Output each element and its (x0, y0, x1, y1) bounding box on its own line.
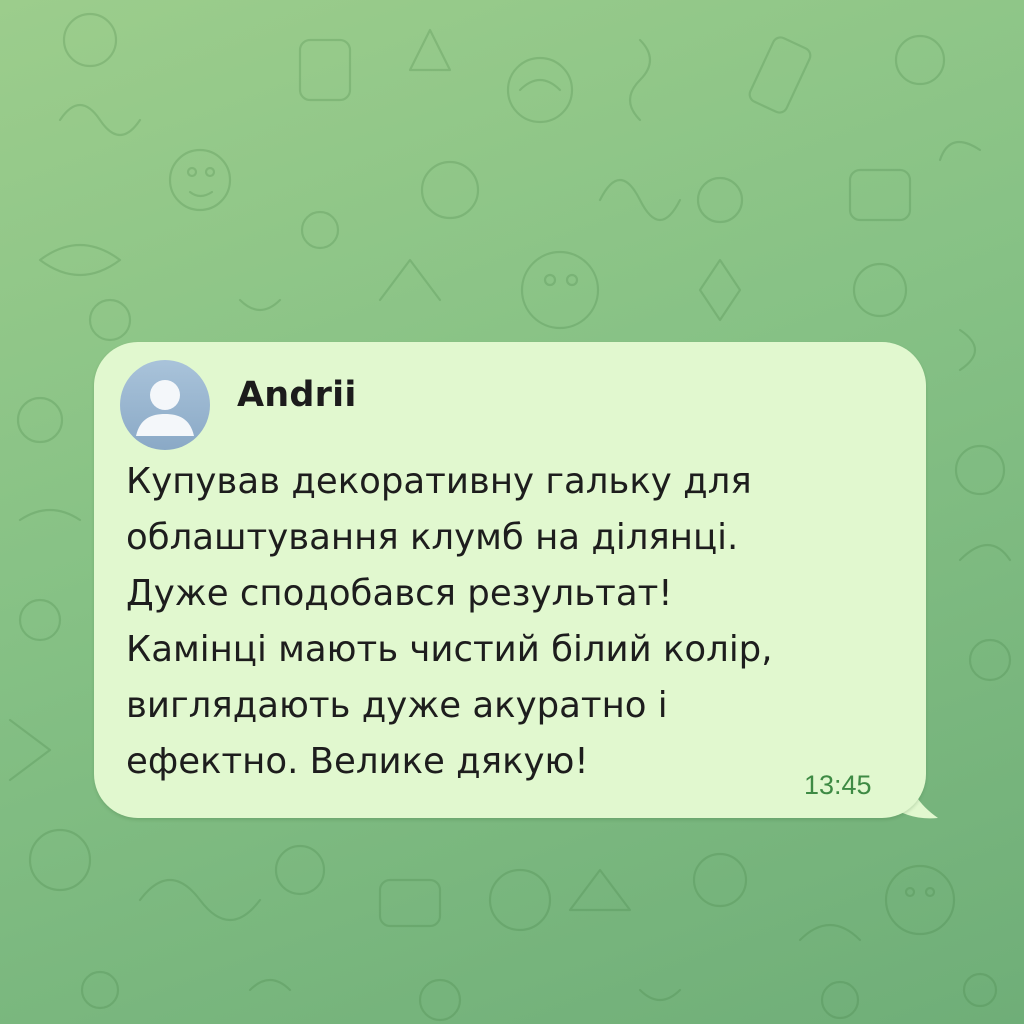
message-line: Купував декоративну гальку для (126, 461, 752, 502)
message-text: Купував декоративну гальку для облаштува… (126, 454, 886, 790)
user-avatar-icon[interactable] (120, 360, 210, 450)
message-line: ефектно. Велике дякую! (126, 741, 589, 782)
sender-name[interactable]: Andrii (237, 375, 357, 415)
message-line: виглядають дуже акуратно і (126, 685, 668, 726)
message-line: Камінці мають чистий білий колір, (126, 629, 773, 670)
message-line: Дуже сподобався результат! (126, 573, 673, 614)
message-bubble-container: Andrii Купував декоративну гальку для об… (94, 342, 944, 820)
avatar-silhouette (136, 380, 194, 436)
message-timestamp: 13:45 (804, 770, 872, 800)
message-line: облаштування клумб на ділянці. (126, 517, 739, 558)
message-bubble[interactable]: Andrii Купував декоративну гальку для об… (94, 342, 926, 818)
